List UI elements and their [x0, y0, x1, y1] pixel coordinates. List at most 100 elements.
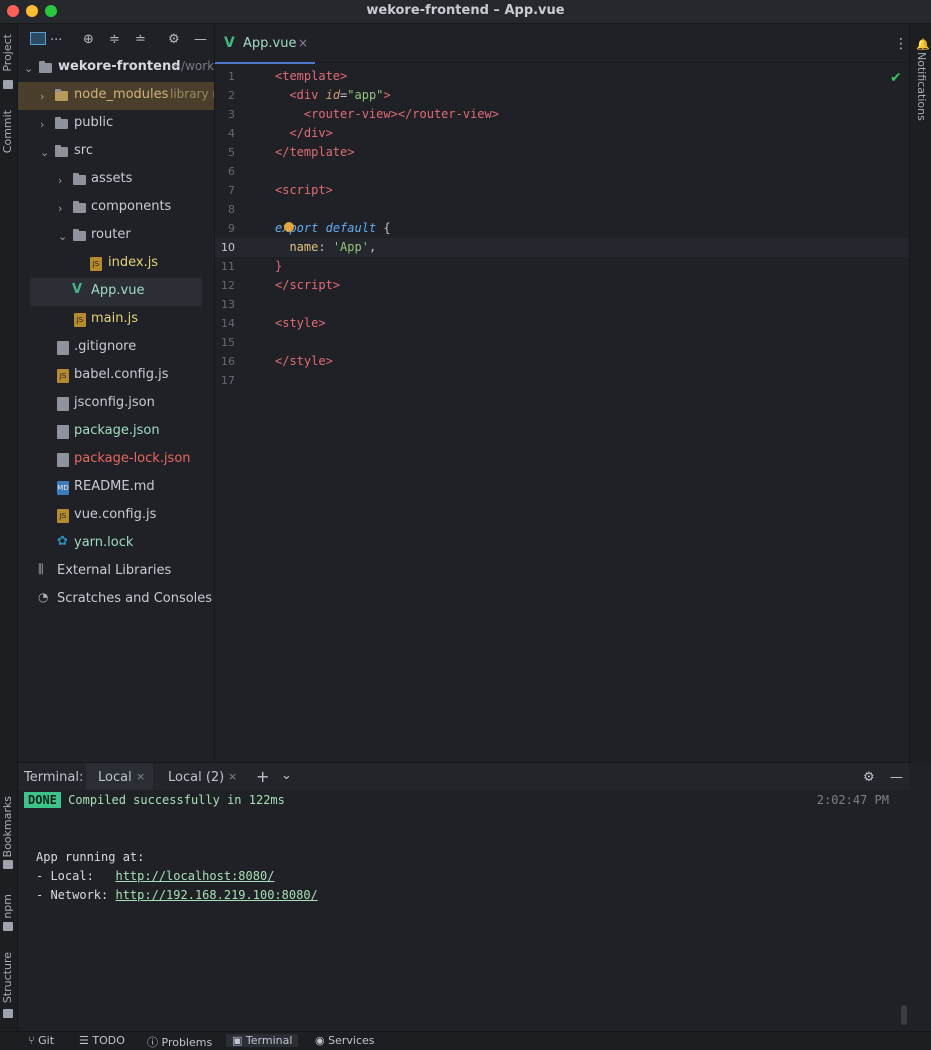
- window-title: wekore-frontend – App.vue: [366, 3, 565, 18]
- tree-item-vue-config[interactable]: JS vue.config.js: [18, 502, 214, 530]
- code-line: <template>: [275, 69, 348, 83]
- code-line: </style>: [275, 354, 333, 368]
- terminal-title: Terminal:: [24, 770, 84, 785]
- status-bar: ⑂ Git ☰ TODO ⓘ Problems ▣ Terminal ◉ Ser…: [0, 1031, 931, 1050]
- code-line: </template>: [275, 145, 355, 159]
- terminal-output[interactable]: DONE Compiled successfully in 122ms 2:02…: [18, 790, 909, 1031]
- structure-tool-button[interactable]: Structure: [1, 952, 14, 1003]
- terminal-tab-local[interactable]: Local ×: [86, 763, 153, 793]
- code-line: <div id="app">: [289, 88, 391, 102]
- chevron-right-icon: ›: [40, 118, 45, 131]
- yarn-icon: ✿: [57, 534, 68, 549]
- chevron-down-icon: ⌄: [58, 230, 68, 243]
- tree-item-src[interactable]: ⌄ src: [18, 138, 214, 166]
- bookmarks-tool-button[interactable]: Bookmarks: [1, 796, 14, 857]
- tree-item-yarn-lock[interactable]: ✿ yarn.lock: [18, 530, 214, 558]
- tree-item-index-js[interactable]: JS index.js: [18, 250, 214, 278]
- chevron-down-icon: ⌄: [40, 146, 50, 159]
- tree-item-babel-config[interactable]: JS babel.config.js: [18, 362, 214, 390]
- terminal-scrollbar[interactable]: [901, 1005, 907, 1025]
- chevron-down-icon[interactable]: ⌄: [281, 768, 292, 783]
- tree-item-root[interactable]: ⌄ wekore-frontend ~/work: [18, 54, 214, 82]
- hide-panel-icon[interactable]: —: [194, 32, 207, 47]
- list-icon: ☰: [79, 1034, 89, 1047]
- tree-item-external-libraries[interactable]: ⫼ External Libraries: [18, 558, 214, 586]
- terminal-tool-button[interactable]: ▣ Terminal: [226, 1034, 299, 1047]
- tree-item-scratches[interactable]: ◔ Scratches and Consoles: [18, 586, 214, 614]
- tree-item-node-modules[interactable]: › node_modules library r: [18, 82, 214, 110]
- local-url-link[interactable]: http://localhost:8080/: [115, 869, 274, 883]
- compiled-message: Compiled successfully in 122ms: [68, 793, 285, 807]
- vue-icon: V: [72, 282, 83, 297]
- folder-icon: [55, 89, 68, 101]
- add-terminal-icon[interactable]: +: [256, 767, 269, 786]
- project-tool-button[interactable]: Project: [1, 34, 14, 72]
- terminal-tab-local-2[interactable]: Local (2) ×: [158, 763, 243, 791]
- close-icon[interactable]: ×: [228, 770, 237, 783]
- folder-icon: [3, 80, 13, 89]
- bookmark-icon: [3, 860, 13, 869]
- chevron-right-icon: ›: [40, 90, 45, 103]
- gear-icon[interactable]: ⚙: [168, 32, 180, 47]
- gear-icon[interactable]: ⚙: [863, 770, 875, 785]
- library-icon: ⫼: [38, 562, 44, 576]
- tree-item-main-js[interactable]: JS main.js: [18, 306, 214, 334]
- no-problems-check-icon[interactable]: ✔: [890, 70, 902, 86]
- json-file-icon: [57, 453, 69, 467]
- project-panel: ... ⊕ ≑ ≐ ⚙ — ⌄ wekore-frontend ~/work ›…: [18, 24, 215, 761]
- todo-tool-button[interactable]: ☰ TODO: [79, 1034, 125, 1047]
- network-url-link[interactable]: http://192.168.219.100:8080/: [115, 888, 317, 902]
- code-line: }: [275, 259, 283, 273]
- js-file-icon: JS: [74, 313, 86, 327]
- close-icon[interactable]: ×: [136, 770, 145, 783]
- services-tool-button[interactable]: ◉ Services: [315, 1034, 375, 1047]
- terminal-header: Terminal: Local × Local (2) × + ⌄ ⚙ —: [18, 762, 909, 793]
- tree-item-app-vue[interactable]: V App.vue: [30, 278, 202, 306]
- folder-icon: [39, 61, 52, 73]
- tree-item-readme[interactable]: MD README.md: [18, 474, 214, 502]
- markdown-file-icon: MD: [57, 481, 69, 495]
- tree-item-assets[interactable]: › assets: [18, 166, 214, 194]
- close-icon[interactable]: ×: [298, 36, 308, 50]
- tree-item-jsconfig[interactable]: jsconfig.json: [18, 390, 214, 418]
- project-view-icon[interactable]: [30, 32, 46, 45]
- json-file-icon: [57, 425, 69, 439]
- commit-tool-button[interactable]: Commit: [1, 110, 14, 153]
- tree-item-components[interactable]: › components: [18, 194, 214, 222]
- bell-icon[interactable]: 🔔: [916, 38, 930, 51]
- js-file-icon: JS: [90, 257, 102, 271]
- services-icon: ◉: [315, 1034, 325, 1047]
- tree-item-gitignore[interactable]: .gitignore: [18, 334, 214, 362]
- collapse-all-icon[interactable]: ≐: [135, 32, 146, 47]
- notifications-tool-button[interactable]: Notifications: [915, 52, 928, 121]
- code-line: <script>: [275, 183, 333, 197]
- tree-item-package-json[interactable]: package.json: [18, 418, 214, 446]
- intention-bulb-icon[interactable]: [284, 222, 294, 232]
- locate-file-icon[interactable]: ⊕: [83, 32, 94, 47]
- hide-panel-icon[interactable]: —: [890, 770, 903, 785]
- code-line: name: 'App',: [289, 240, 377, 254]
- tree-item-public[interactable]: › public: [18, 110, 214, 138]
- tree-item-router[interactable]: ⌄ router: [18, 222, 214, 250]
- git-tool-button[interactable]: ⑂ Git: [28, 1034, 54, 1047]
- config-file-icon: [57, 341, 69, 355]
- right-tool-strip: 🔔 Notifications: [909, 24, 931, 764]
- problems-tool-button[interactable]: ⓘ Problems: [147, 1034, 212, 1050]
- expand-all-icon[interactable]: ≑: [109, 32, 120, 47]
- problems-icon: ⓘ: [147, 1036, 158, 1049]
- git-branch-icon: ⑂: [28, 1034, 35, 1047]
- js-file-icon: JS: [57, 369, 69, 383]
- npm-tool-button[interactable]: npm: [1, 894, 14, 919]
- structure-icon: [3, 1009, 13, 1018]
- more-options-icon[interactable]: ⋮: [894, 36, 908, 52]
- project-toolbar: ... ⊕ ≑ ≐ ⚙ —: [18, 24, 214, 54]
- json-file-icon: [57, 397, 69, 411]
- view-selector-label[interactable]: ...: [50, 29, 62, 44]
- vue-icon: V: [224, 35, 235, 51]
- tree-item-package-lock[interactable]: package-lock.json: [18, 446, 214, 474]
- left-tool-strip: Project Commit Bookmarks npm Structure: [0, 24, 18, 1031]
- done-badge: DONE: [24, 792, 61, 808]
- tab-app-vue[interactable]: V App.vue ×: [215, 24, 315, 64]
- code-line: </div>: [289, 126, 333, 140]
- folder-icon: [73, 201, 86, 213]
